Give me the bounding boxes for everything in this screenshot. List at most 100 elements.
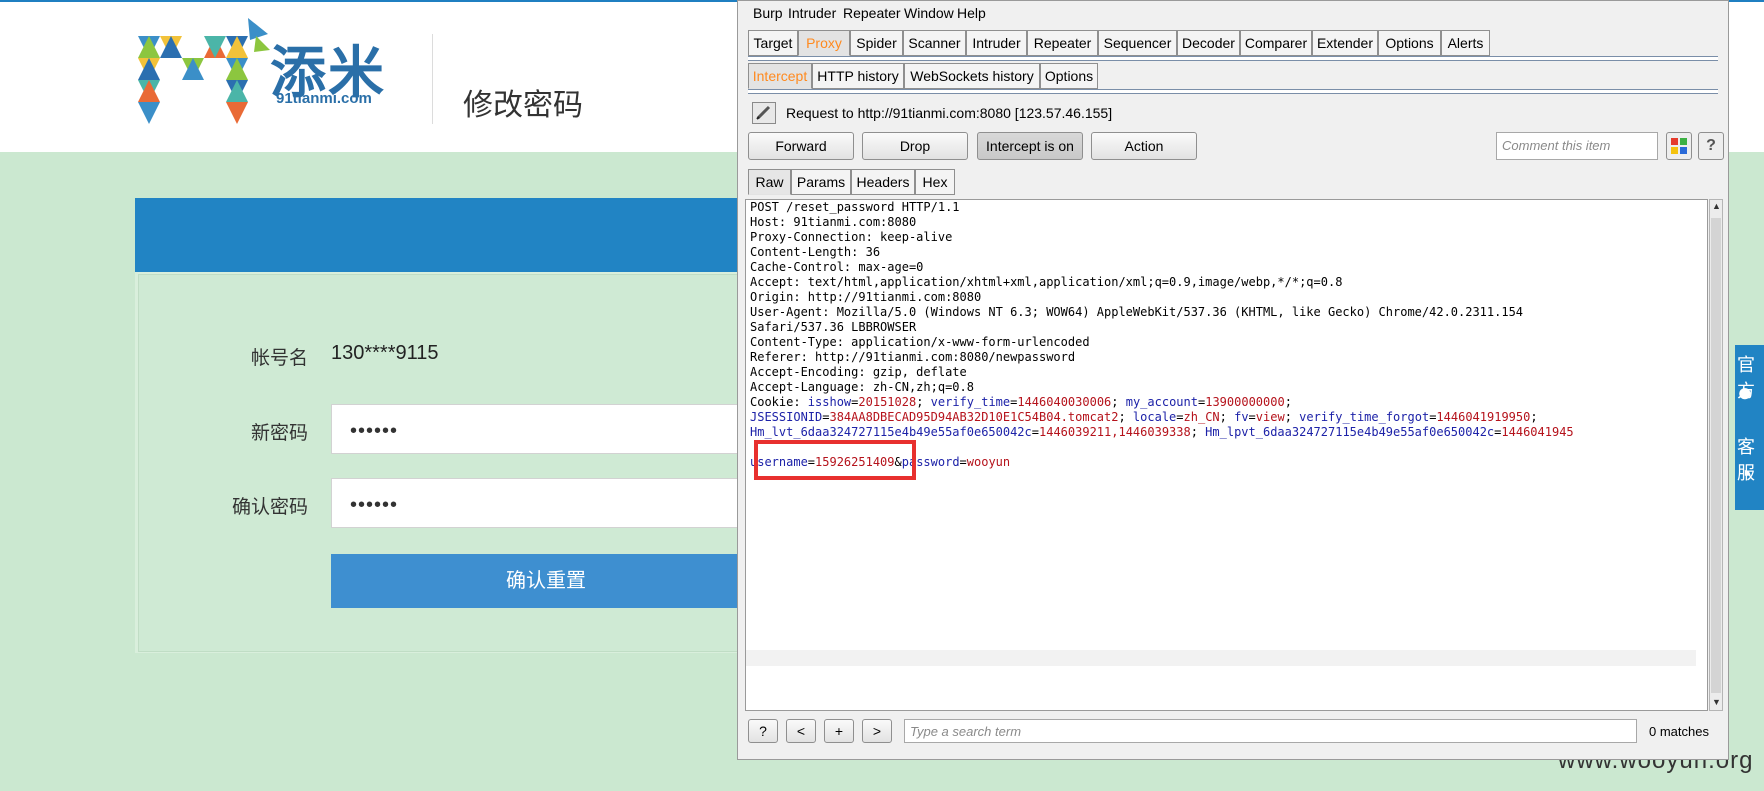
search-next-button[interactable]: > <box>862 719 892 743</box>
request-line: User-Agent: Mozilla/5.0 (Windows NT 6.3;… <box>750 305 1524 319</box>
account-value: 130****9115 <box>331 342 439 364</box>
request-line: Content-Type: application/x-www-form-url… <box>750 335 1090 349</box>
request-line: Proxy-Connection: keep-alive <box>750 230 953 244</box>
search-matches-count: 0 matches <box>1649 724 1709 739</box>
tab-spider[interactable]: Spider <box>850 30 903 56</box>
param-value: wooyun <box>966 455 1011 469</box>
highlight-color-icon[interactable] <box>1666 132 1692 160</box>
confirm-password-input[interactable]: •••••• <box>331 478 761 528</box>
phone-icon: ◔ <box>1737 459 1753 489</box>
cookie-value: 20151028 <box>858 395 917 409</box>
cookie-value: 384AA8DBECAD95D94AB32D10E1C54B04.tomcat2 <box>829 410 1119 424</box>
customer-service-float[interactable]: 官方 ● 客服 ◔ <box>1735 345 1764 510</box>
tab-hex[interactable]: Hex <box>915 169 955 195</box>
tab-proxy[interactable]: Proxy <box>798 30 850 56</box>
tab-intruder[interactable]: Intruder <box>966 30 1027 56</box>
drop-button[interactable]: Drop <box>862 132 968 160</box>
search-prev-button[interactable]: < <box>786 719 816 743</box>
menu-burp[interactable]: Burp <box>753 5 783 21</box>
cookie-value: 1446040030006 <box>1017 395 1112 409</box>
menu-help[interactable]: Help <box>957 5 986 21</box>
cookie-value: view <box>1255 410 1285 424</box>
action-button[interactable]: Action <box>1091 132 1197 160</box>
search-options-button[interactable]: + <box>824 719 854 743</box>
scroll-down-icon[interactable]: ▼ <box>1712 697 1721 707</box>
separator: ; <box>1118 410 1133 424</box>
tab-decoder[interactable]: Decoder <box>1177 30 1240 56</box>
request-line: Cookie: isshow=20151028; verify_time=144… <box>750 395 1574 410</box>
burp-window: Burp Intruder Repeater Window Help Targe… <box>737 0 1729 760</box>
cookie-name: Hm_lpvt_6daa324727115e4b49e55af0e650042c <box>1205 425 1495 439</box>
tab-options[interactable]: Options <box>1378 30 1441 56</box>
forward-button[interactable]: Forward <box>748 132 854 160</box>
menu-window[interactable]: Window <box>904 5 954 21</box>
separator: ; <box>1530 410 1538 424</box>
confirm-reset-button[interactable]: 确认重置 <box>331 554 761 608</box>
raw-request-text[interactable]: POST /reset_password HTTP/1.1 Host: 91tia… <box>750 200 1574 470</box>
tab-proxy-options[interactable]: Options <box>1040 63 1098 89</box>
cookie-value: zh_CN <box>1183 410 1220 424</box>
tab-raw[interactable]: Raw <box>748 169 791 195</box>
cookie-value: 1446039211,1446039338 <box>1039 425 1191 439</box>
request-target: Request to http://91tianmi.com:8080 [123… <box>786 105 1113 121</box>
menu-intruder[interactable]: Intruder <box>788 5 836 21</box>
separator: ; <box>1190 425 1206 439</box>
tab-websockets-history[interactable]: WebSockets history <box>904 63 1040 89</box>
search-input[interactable]: Type a search term <box>904 719 1637 743</box>
cookie-name: fv <box>1234 410 1249 424</box>
chat-icon: ● <box>1737 377 1753 407</box>
tab-comparer[interactable]: Comparer <box>1240 30 1312 56</box>
request-line: POST /reset_password HTTP/1.1 <box>750 200 960 214</box>
request-line: Host: 91tianmi.com:8080 <box>750 215 917 229</box>
tab-scanner[interactable]: Scanner <box>903 30 966 56</box>
cookie-value: 1446041945 <box>1501 425 1574 439</box>
intercept-toggle-button[interactable]: Intercept is on <box>977 132 1083 160</box>
cookie-name: isshow <box>807 395 852 409</box>
request-line: Referer: http://91tianmi.com:8080/newpas… <box>750 350 1076 364</box>
request-line: Content-Length: 36 <box>750 245 881 259</box>
main-tabs-underline <box>748 56 1718 61</box>
separator: ; <box>916 395 931 409</box>
equals-sign: = <box>1031 425 1039 439</box>
tab-http-history[interactable]: HTTP history <box>812 63 904 89</box>
scroll-up-icon[interactable]: ▲ <box>1712 201 1721 211</box>
new-password-label: 新密码 <box>250 423 308 444</box>
scroll-thumb[interactable] <box>1711 218 1721 693</box>
request-line: Accept-Encoding: gzip, deflate <box>750 365 967 379</box>
separator: ; <box>1111 395 1126 409</box>
separator: ; <box>1284 395 1292 409</box>
help-icon[interactable]: ? <box>1698 132 1724 160</box>
cookie-name: my_account <box>1125 395 1198 409</box>
separator: ; <box>1284 410 1300 424</box>
burp-menubar: Burp Intruder Repeater Window Help <box>738 1 1728 25</box>
proxy-tabs-underline <box>748 89 1718 94</box>
confirm-password-label: 确认密码 <box>231 497 308 518</box>
request-line: Origin: http://91tianmi.com:8080 <box>750 290 982 304</box>
tab-sequencer[interactable]: Sequencer <box>1098 30 1177 56</box>
editor-scrollbar[interactable]: ▲ ▼ <box>1709 199 1723 711</box>
search-help-button[interactable]: ? <box>748 719 778 743</box>
separator: ; <box>1219 410 1235 424</box>
request-line: JSESSIONID = 384AA8DBECAD95D94AB32D10E1C54… <box>750 410 1574 425</box>
tab-alerts[interactable]: Alerts <box>1441 30 1490 56</box>
comment-input[interactable]: Comment this item <box>1496 132 1658 160</box>
menu-repeater[interactable]: Repeater <box>843 5 901 21</box>
header-divider <box>432 34 433 124</box>
tab-target[interactable]: Target <box>748 30 798 56</box>
edit-request-icon[interactable] <box>752 102 776 124</box>
cookie-value: 1446041919950 <box>1436 410 1531 424</box>
equals-sign: = <box>1176 410 1184 424</box>
tab-headers[interactable]: Headers <box>851 169 915 195</box>
tab-params[interactable]: Params <box>791 169 851 195</box>
equals-sign: = <box>959 455 967 469</box>
equals-sign: = <box>1248 410 1256 424</box>
tab-intercept[interactable]: Intercept <box>748 63 812 89</box>
tab-repeater[interactable]: Repeater <box>1027 30 1098 56</box>
cookie-name: verify_time_forgot <box>1299 410 1430 424</box>
cookie-name: verify_time <box>930 395 1011 409</box>
request-line: Safari/537.36 LBBROWSER <box>750 320 917 334</box>
cookie-name: Hm_lvt_6daa324727115e4b49e55af0e650042c <box>750 425 1032 439</box>
tab-extender[interactable]: Extender <box>1312 30 1378 56</box>
cookie-name: locale <box>1132 410 1177 424</box>
new-password-input[interactable]: •••••• <box>331 404 761 454</box>
